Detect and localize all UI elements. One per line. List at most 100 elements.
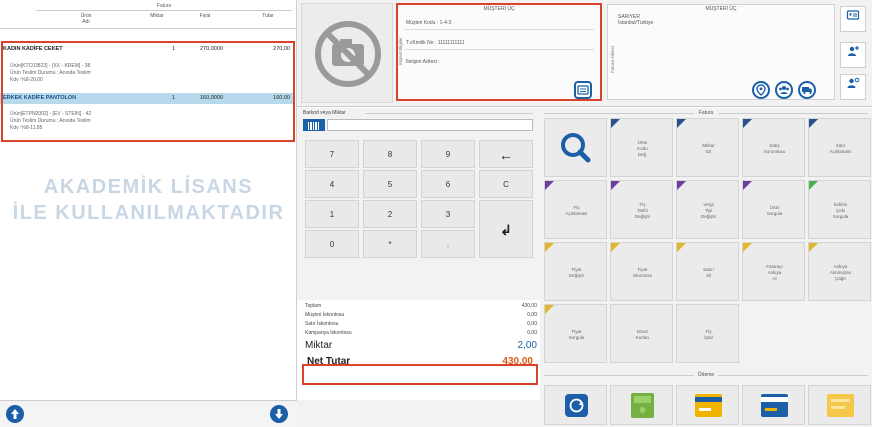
receipt-note-button[interactable]: Fiş Açıklaması: [544, 180, 607, 239]
price-query-button[interactable]: Fiyat Sorgula: [544, 304, 607, 363]
delete-line-button[interactable]: Satırı Sil: [676, 242, 739, 301]
key-enter[interactable]: ↲: [479, 200, 533, 258]
items-highlight-box: [1, 41, 295, 142]
action-label: Fiş Tarihi Değiştir: [634, 201, 651, 219]
billing-card-title: MÜŞTERİ ÜÇ: [705, 6, 737, 12]
action-label: Satır Açıklaması: [829, 142, 852, 154]
barcode-input[interactable]: [327, 119, 533, 131]
product-query-button[interactable]: Ürün Sorgula: [742, 180, 805, 239]
credit-card-icon: [695, 394, 722, 417]
license-watermark: AKADEMİK LİSANS İLE KULLANILMAKTADIR: [0, 174, 297, 226]
key-6[interactable]: 6: [421, 170, 475, 198]
action-label: Satış Sorumlusu: [763, 142, 786, 154]
barcode-divider: [365, 113, 533, 114]
suspend-invoice-button[interactable]: Faturayı Askıya Al: [742, 242, 805, 301]
user-search-icon: [847, 77, 860, 88]
subtotal-value: 430,00: [521, 303, 537, 309]
invoice-title: Fatura: [36, 2, 292, 11]
quantity-total-label: Miktar: [305, 340, 333, 351]
billing-address-label: Fatura Adresi: [610, 46, 615, 73]
action-label: Miktar Gir: [702, 142, 715, 154]
actions-divider-left: [544, 113, 694, 114]
customer-list-button[interactable]: [840, 74, 866, 100]
key-2[interactable]: 2: [363, 200, 417, 228]
action-label: Fiş Açıklaması: [565, 204, 588, 216]
no-photo-icon: [315, 21, 381, 87]
scroll-down-button[interactable]: [270, 405, 288, 423]
add-customer-button[interactable]: [840, 42, 866, 68]
watermark-line: AKADEMİK LİSANS: [43, 176, 254, 198]
col-header-product-name: Ürün Adı: [80, 13, 92, 25]
change-receipt-date-button[interactable]: Fiş Tarihi Değiştir: [610, 180, 673, 239]
action-label: Vergi Tipi Değiştir: [700, 201, 717, 219]
pay-refresh-button[interactable]: [544, 385, 607, 425]
col-header-quantity: Miktar: [150, 13, 164, 19]
change-product-code-button[interactable]: Ürün Kodu Değ.: [610, 118, 673, 177]
location-button[interactable]: [752, 81, 770, 99]
key-7[interactable]: 7: [305, 140, 359, 168]
action-label: Faturayı Askıya Al: [766, 263, 783, 281]
line-discount-row: Satır İskontosu 0,00: [305, 321, 537, 327]
quantity-total-row: Miktar 2,00: [305, 340, 537, 351]
key-clear[interactable]: C: [479, 170, 533, 198]
search-icon: [561, 133, 591, 163]
key-3[interactable]: 3: [421, 200, 475, 228]
line-note-button[interactable]: Satır Açıklaması: [808, 118, 871, 177]
cancel-receipt-button[interactable]: Fiş İptal: [676, 304, 739, 363]
action-label: Satırı Sil: [703, 266, 714, 278]
enter-quantity-button[interactable]: Miktar Gir: [676, 118, 739, 177]
search-button[interactable]: [544, 118, 607, 177]
truck-icon: [802, 87, 812, 95]
quantity-total-value: 2,00: [517, 340, 537, 351]
price-discount-button[interactable]: Fiyat İskontosu: [610, 242, 673, 301]
barcode-label: Barkod veya Miktar: [303, 110, 346, 116]
key-0[interactable]: 0: [305, 230, 359, 258]
customer-discount-row: Müşteri İskontosu 0,00: [305, 312, 537, 318]
arrow-up-icon: [11, 409, 19, 419]
key-backspace[interactable]: ←: [479, 140, 533, 168]
change-price-button[interactable]: Fiyat Değiştir: [544, 242, 607, 301]
pos-screen: Fatura Ürün Adı Miktar Fiyat Tutar KADIN…: [0, 0, 872, 427]
customer-group-button[interactable]: [775, 81, 793, 99]
cash-icon: [631, 393, 654, 418]
action-label: Döviz Kurları: [635, 328, 650, 340]
key-4[interactable]: 4: [305, 170, 359, 198]
action-label: İndirim Çeki Sorgula: [832, 201, 849, 219]
barcode-scan-button[interactable]: [303, 119, 325, 131]
col-header-total: Tutar: [262, 13, 274, 19]
arrow-down-icon: [275, 409, 283, 419]
pay-cash-button[interactable]: [610, 385, 673, 425]
barcode-icon: [308, 122, 319, 130]
action-label: Askıya Alınmıştan Çağır: [829, 263, 852, 281]
recall-suspended-button[interactable]: Askıya Alınmıştan Çağır: [808, 242, 871, 301]
billing-address-card: MÜŞTERİ ÜÇ Fatura Adresi SARIYER İstanbu…: [607, 4, 835, 100]
list-footer: [0, 400, 297, 427]
change-tax-type-button[interactable]: Vergi Tipi Değiştir: [676, 180, 739, 239]
exchange-rates-button[interactable]: Döviz Kurları: [610, 304, 673, 363]
actions-divider-right: [718, 113, 868, 114]
key-8[interactable]: 8: [363, 140, 417, 168]
action-label: Ürün Sorgula: [766, 204, 783, 216]
key-multiply[interactable]: *: [363, 230, 417, 258]
line-discount-value: 0,00: [527, 321, 537, 327]
key-5[interactable]: 5: [363, 170, 417, 198]
campaign-discount-label: Kampanya İskontosu: [305, 330, 352, 336]
sales-person-button[interactable]: Satış Sorumlusu: [742, 118, 805, 177]
totals-panel: Toplam 430,00 Müşteri İskontosu 0,00 Satır…: [297, 300, 540, 400]
discount-coupon-query-button[interactable]: İndirim Çeki Sorgula: [808, 180, 871, 239]
customer-card-button[interactable]: [840, 6, 866, 32]
scroll-up-button[interactable]: [6, 405, 24, 423]
pay-voucher-button[interactable]: [808, 385, 871, 425]
action-label: Fiş İptal: [704, 328, 713, 340]
pay-credit-card-button[interactable]: [676, 385, 739, 425]
key-1[interactable]: 1: [305, 200, 359, 228]
vehicle-button[interactable]: [798, 81, 816, 99]
customer-photo[interactable]: [301, 3, 393, 103]
campaign-discount-row: Kampanya İskontosu 0,00: [305, 330, 537, 336]
customer-highlight-box: [396, 3, 602, 101]
payment-divider-right: [718, 375, 868, 376]
key-dot[interactable]: .: [421, 230, 475, 258]
pay-gift-card-button[interactable]: [742, 385, 805, 425]
key-9[interactable]: 9: [421, 140, 475, 168]
campaign-discount-value: 0,00: [527, 330, 537, 336]
